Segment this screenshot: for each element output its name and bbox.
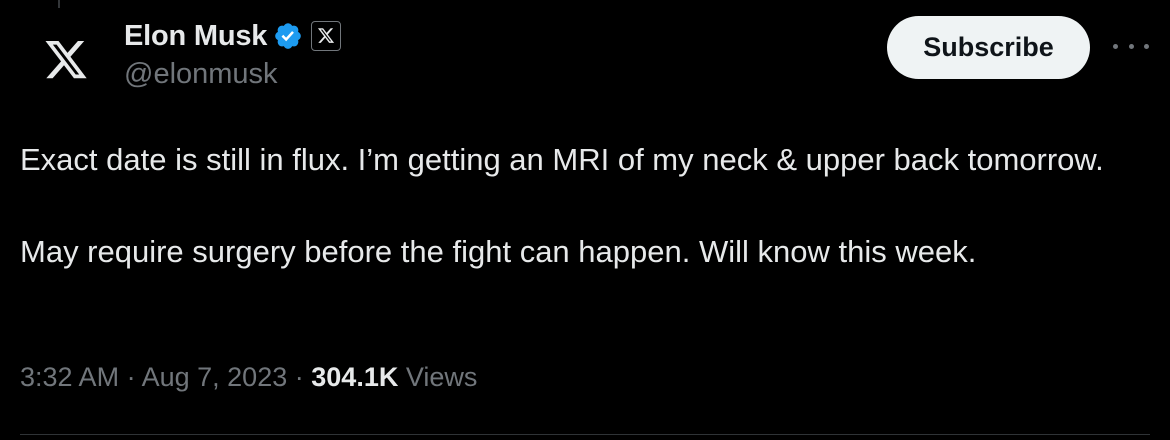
tweet-meta: 3:32 AM · Aug 7, 2023 · 304.1K Views <box>20 362 477 393</box>
x-logo-icon <box>45 41 87 79</box>
meta-separator: · <box>126 362 136 392</box>
verified-badge-icon[interactable] <box>273 21 303 51</box>
views-count[interactable]: 304.1K <box>311 362 398 392</box>
x-affiliation-logo-icon <box>318 27 335 43</box>
more-dot <box>1128 43 1134 49</box>
avatar[interactable] <box>22 18 110 106</box>
tweet-paragraph: May require surgery before the fight can… <box>20 234 977 269</box>
tweet-text: Exact date is still in flux. I’m getting… <box>20 137 1140 275</box>
more-dot <box>1144 43 1149 49</box>
author-handle[interactable]: @elonmusk <box>124 58 278 91</box>
tweet-time[interactable]: 3:32 AM <box>20 362 119 392</box>
more-dot <box>1113 43 1118 49</box>
thread-connector-line <box>58 0 60 8</box>
more-options-icon[interactable] <box>1113 34 1149 58</box>
views-label[interactable]: Views <box>406 362 478 392</box>
author-name-row: Elon Musk <box>124 16 342 56</box>
x-affiliation-badge-icon[interactable] <box>311 21 342 51</box>
author-display-name[interactable]: Elon Musk <box>124 20 267 53</box>
tweet-date[interactable]: Aug 7, 2023 <box>142 362 288 392</box>
divider <box>20 434 1150 435</box>
meta-separator: · <box>294 362 304 392</box>
tweet-paragraph: Exact date is still in flux. I’m getting… <box>20 142 1104 177</box>
subscribe-button[interactable]: Subscribe <box>887 16 1090 79</box>
